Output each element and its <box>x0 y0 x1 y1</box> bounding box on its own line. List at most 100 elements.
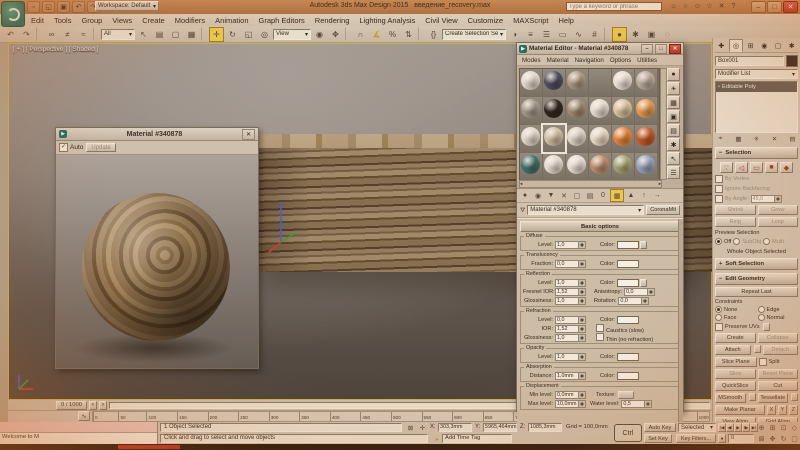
go-forward-to-sibling-icon[interactable]: → <box>651 190 663 201</box>
get-material-icon[interactable]: ● <box>519 190 531 201</box>
maximize-viewport-icon[interactable]: ▢ <box>789 433 800 444</box>
material-sample-slot[interactable] <box>612 97 634 124</box>
material-sample-slot[interactable] <box>589 125 611 152</box>
me-menu-item[interactable]: Options <box>607 57 634 64</box>
modifier-list-dropdown[interactable]: Modifier List▾ <box>715 69 798 79</box>
angle-snap-icon[interactable]: ∡ <box>369 27 384 42</box>
schematic-view-icon[interactable]: # <box>587 27 602 42</box>
object-name-field[interactable]: Box001 <box>715 56 784 66</box>
displacement-min-spinner[interactable]: 0,0mm <box>555 391 586 399</box>
grow-button[interactable]: Grow <box>758 205 799 215</box>
field-of-view-icon[interactable]: ◇ <box>789 422 800 433</box>
reflection-glossiness-spinner[interactable]: 1,0 <box>555 297 586 305</box>
fresnel-ior-spinner[interactable]: 1,52 <box>555 288 586 296</box>
material-sample-slot[interactable] <box>635 153 657 180</box>
show-end-result-stack-icon[interactable]: ▦ <box>733 134 744 144</box>
render-production-icon[interactable]: ◌ <box>660 27 675 42</box>
displacement-max-spinner[interactable]: 10,0mm <box>555 400 586 408</box>
spinner-snap-icon[interactable]: ⇅ <box>401 27 416 42</box>
ribbon-toggle-icon[interactable]: ▭ <box>555 27 570 42</box>
new-scene-icon[interactable]: ▫ <box>27 1 40 13</box>
layer-manager-icon[interactable]: ☰ <box>539 27 554 42</box>
snaps-toggle-icon[interactable]: ∩ <box>353 27 368 42</box>
redo-icon[interactable]: ↷ <box>19 27 34 42</box>
select-by-name-icon[interactable]: ▤ <box>152 27 167 42</box>
menu-item[interactable]: Customize <box>463 14 508 26</box>
border-subobject-icon[interactable]: ▭ <box>750 162 763 173</box>
object-color-swatch[interactable] <box>786 55 798 67</box>
diffuse-map-button[interactable] <box>640 241 647 249</box>
remove-modifier-icon[interactable]: ✕ <box>769 134 780 144</box>
reflection-level-spinner[interactable]: 1,0 <box>555 279 586 287</box>
play-icon[interactable]: ▶ <box>734 423 742 432</box>
assign-material-to-selection-icon[interactable]: ▼ <box>545 190 557 201</box>
put-material-to-scene-icon[interactable]: ◉ <box>532 190 544 201</box>
maximize-button[interactable]: □ <box>767 1 782 13</box>
sample-uv-tiling-icon[interactable]: ▣ <box>667 110 680 123</box>
preview-title-bar[interactable]: ▶ Material #340878 ✕ <box>56 128 258 141</box>
previous-frame-icon[interactable]: ◀I <box>726 423 734 432</box>
auto-update-checkbox[interactable]: ✓Auto <box>59 143 83 152</box>
go-to-parent-icon[interactable]: ↑ <box>638 190 650 201</box>
listener-pane[interactable]: Welcome to M <box>0 433 157 444</box>
menu-item[interactable]: Graph Editors <box>254 14 310 26</box>
tessellate-settings-button[interactable] <box>791 393 798 401</box>
select-and-scale-icon[interactable]: ◱ <box>241 27 256 42</box>
slice-plane-button[interactable]: Slice Plane <box>715 357 757 367</box>
reflection-color-swatch[interactable] <box>617 279 639 287</box>
collapse-button[interactable]: Collapse <box>758 333 799 343</box>
select-and-place-icon[interactable]: ◎ <box>257 27 272 42</box>
constraint-none-radio[interactable]: None <box>715 306 756 313</box>
previous-frame-arrow[interactable]: < <box>89 401 97 410</box>
constraint-face-radio[interactable]: Face <box>715 314 756 321</box>
constraint-normal-radio[interactable]: Normal <box>758 314 799 321</box>
me-menu-item[interactable]: Modes <box>519 57 544 64</box>
ring-button[interactable]: Ring <box>715 217 756 227</box>
search-input[interactable] <box>566 2 662 11</box>
attach-button[interactable]: Attach <box>715 345 751 355</box>
make-planar-button[interactable]: Make Planar <box>715 405 765 415</box>
clear-search-icon[interactable]: ✕ <box>716 1 727 11</box>
material-sample-slot[interactable] <box>566 97 588 124</box>
configure-modifier-sets-icon[interactable]: ▤ <box>787 134 798 144</box>
polygon-subobject-icon[interactable]: ■ <box>765 162 778 173</box>
material-sample-slot[interactable] <box>520 153 542 180</box>
material-sample-slot[interactable] <box>520 125 542 152</box>
orbit-icon[interactable]: ↻ <box>778 433 789 444</box>
show-map-in-viewport-icon[interactable]: ▦ <box>610 189 624 202</box>
material-sample-slot[interactable] <box>589 97 611 124</box>
detach-button[interactable]: Detach <box>763 345 799 355</box>
material-sample-slot[interactable] <box>612 125 634 152</box>
translucency-fraction-spinner[interactable]: 0,0 <box>555 260 586 268</box>
close-button[interactable]: ✕ <box>783 1 798 13</box>
auto-key-button[interactable]: Auto Key <box>644 423 676 432</box>
menu-item[interactable]: Edit <box>26 14 49 26</box>
reflection-map-button[interactable] <box>640 279 647 287</box>
tab-display[interactable]: ▢ <box>772 40 785 51</box>
zoom-region-icon[interactable]: ⊠ <box>756 433 767 444</box>
reset-map-icon[interactable]: ✕ <box>558 190 570 201</box>
vertex-subobject-icon[interactable]: ∵ <box>720 162 733 173</box>
key-mode-dropdown[interactable]: Selected▾ <box>678 423 716 432</box>
rotation-spinner[interactable]: 0,0 <box>618 297 649 305</box>
material-sample-slot[interactable] <box>589 69 611 96</box>
scroll-left-icon[interactable]: ◂ <box>520 181 522 187</box>
material-name-dropdown[interactable]: Material #340878▾ <box>527 205 644 215</box>
maxscript-mini-listener[interactable]: Welcome to M <box>0 422 158 444</box>
background-icon[interactable]: ▦ <box>667 96 680 109</box>
put-to-library-icon[interactable]: ▤ <box>584 190 596 201</box>
next-frame-arrow[interactable]: > <box>99 401 107 410</box>
preview-close-button[interactable]: ✕ <box>242 129 255 140</box>
translucency-color-swatch[interactable] <box>617 260 639 268</box>
select-object-icon[interactable]: ↖ <box>136 27 151 42</box>
preserve-uvs-checkbox[interactable]: Preserve UVs <box>715 323 798 331</box>
z-coordinate-field[interactable]: 1085,3mm <box>528 423 562 432</box>
backlight-icon[interactable]: ☀ <box>667 82 680 95</box>
tab-utilities[interactable]: ✱ <box>785 40 798 51</box>
me-menu-item[interactable]: Navigation <box>572 57 607 64</box>
reset-plane-button[interactable]: Reset Plane <box>758 369 799 379</box>
parameters-scrollbar[interactable] <box>678 219 683 422</box>
time-slider-handle[interactable]: 0 / 1000 <box>56 401 87 410</box>
refraction-color-swatch[interactable] <box>617 316 639 324</box>
material-editor-icon[interactable]: ● <box>612 27 627 42</box>
